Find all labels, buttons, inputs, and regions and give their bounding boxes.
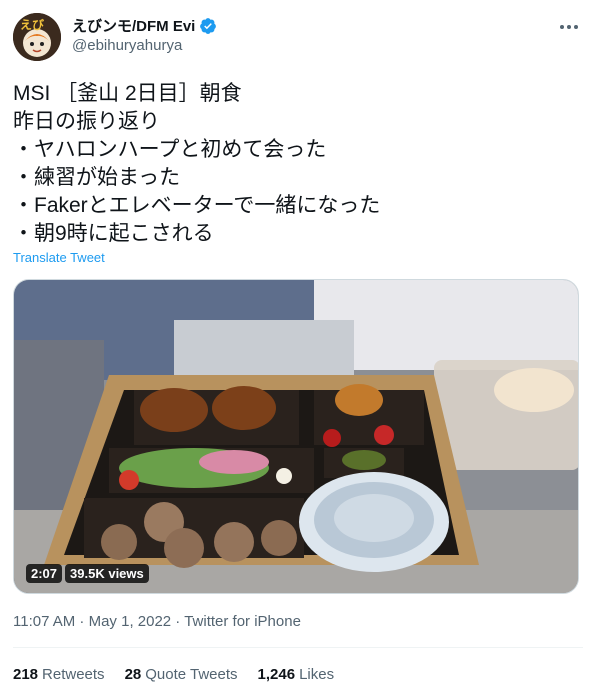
author-name-row[interactable]: えびンモ/DFM Evi xyxy=(72,15,217,36)
video-views: 39.5K views xyxy=(65,564,149,583)
retweets-stat[interactable]: 218 Retweets xyxy=(13,666,105,683)
tweet-line: ・朝9時に起こされる xyxy=(13,222,214,245)
tweet-line: 昨日の振り返り xyxy=(13,110,160,133)
video-info-badges: 2:07 39.5K views xyxy=(26,564,149,583)
more-options-icon[interactable] xyxy=(556,14,582,40)
avatar-text: えび xyxy=(20,17,45,32)
quotes-count: 28 xyxy=(124,666,142,683)
divider xyxy=(13,647,583,648)
author-handle[interactable]: @ebihuryahurya xyxy=(72,37,182,54)
avatar[interactable]: えび xyxy=(13,13,61,61)
likes-count: 1,246 xyxy=(257,666,296,683)
tweet-line: ・Fakerとエレベーターで一緒になった xyxy=(13,194,381,217)
likes-label: Likes xyxy=(299,666,335,683)
tweet-timestamp[interactable]: 11:07 AM · May 1, 2022 · Twitter for iPh… xyxy=(13,613,301,630)
tweet-detail: えび えびンモ/DFM Evi @ebihuryahurya MSI ［釜山 2… xyxy=(0,0,596,697)
tweet-line: MSI ［釜山 2日目］朝食 xyxy=(13,82,242,105)
tweet-text: MSI ［釜山 2日目］朝食 昨日の振り返り ・ヤハロンハープと初めて会った ・… xyxy=(13,80,573,248)
author-display-name[interactable]: えびンモ/DFM Evi xyxy=(72,15,195,36)
likes-stat[interactable]: 1,246 Likes xyxy=(258,666,335,683)
tweet-line: ・ヤハロンハープと初めて会った xyxy=(13,138,327,161)
retweets-count: 218 xyxy=(13,666,39,683)
verified-badge-icon xyxy=(199,17,217,35)
quotes-label: Quote Tweets xyxy=(145,666,238,683)
video-thumbnail xyxy=(14,280,578,593)
video-duration: 2:07 xyxy=(26,564,63,583)
retweets-label: Retweets xyxy=(42,666,105,683)
video-player[interactable] xyxy=(13,279,579,594)
translate-tweet-link[interactable]: Translate Tweet xyxy=(13,250,105,265)
tweet-stats: 218 Retweets 28 Quote Tweets 1,246 Likes xyxy=(13,666,334,683)
tweet-line: ・練習が始まった xyxy=(13,166,181,189)
quote-tweets-stat[interactable]: 28 Quote Tweets xyxy=(125,666,238,683)
